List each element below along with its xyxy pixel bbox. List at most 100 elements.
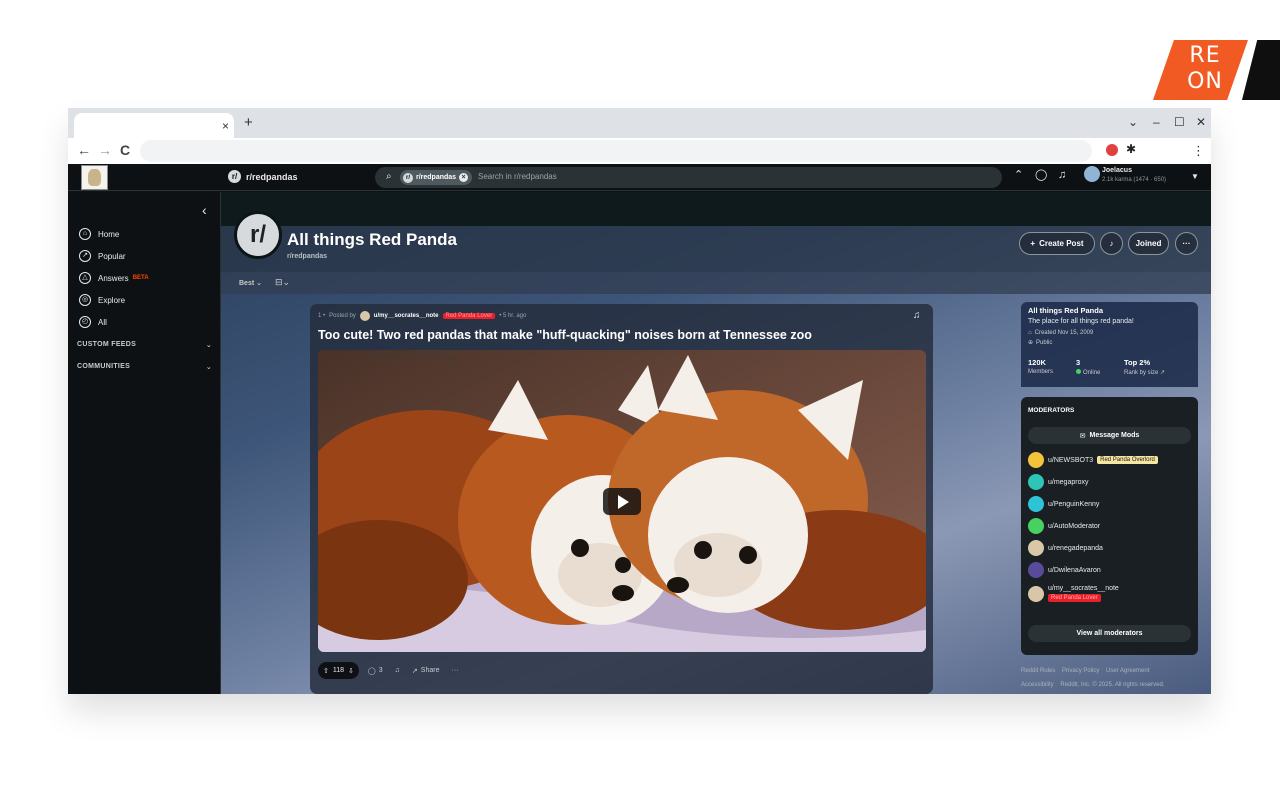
- footer-link[interactable]: Privacy Policy: [1062, 668, 1099, 674]
- stat-label: Online: [1083, 370, 1101, 376]
- sidebar-section-communities[interactable]: COMMUNITIES ⌄: [77, 363, 212, 371]
- reddit-page: r/ r/redpandas ⌕ r/ r/redpandas × Search…: [68, 164, 1211, 694]
- award-button[interactable]: ♫: [392, 667, 403, 674]
- post-title[interactable]: Too cute! Two red pandas that make "huff…: [318, 328, 812, 342]
- vote-count: 118: [332, 667, 345, 674]
- moderator-item[interactable]: u/megaproxy: [1028, 474, 1088, 490]
- copyright: Reddit, Inc. © 2025. All rights reserved…: [1060, 682, 1165, 688]
- site-logo[interactable]: [81, 165, 108, 190]
- close-window-button[interactable]: ✕: [1196, 116, 1206, 128]
- created-date: ⌂ Created Nov 15, 2009: [1028, 330, 1191, 336]
- minimize-button[interactable]: –: [1153, 116, 1160, 128]
- more-options-button[interactable]: ···: [1175, 232, 1198, 255]
- user-name[interactable]: Joelacus: [1102, 167, 1132, 174]
- avatar: [1028, 540, 1044, 556]
- post-author[interactable]: u/my__socrates__note: [374, 313, 439, 319]
- bird-logo-icon: [88, 169, 101, 186]
- moderator-item[interactable]: u/renegadepanda: [1028, 540, 1103, 556]
- share-label: Share: [420, 667, 440, 674]
- current-subreddit[interactable]: r/ r/redpandas: [228, 170, 298, 183]
- sidebar-item-all[interactable]: ◴ All: [79, 316, 107, 328]
- reddit-header: r/ r/redpandas ⌕ r/ r/redpandas × Search…: [68, 164, 1211, 191]
- view-toggle-icon[interactable]: ⊟⌄: [275, 277, 290, 288]
- extensions-puzzle-icon[interactable]: ✱: [1126, 142, 1136, 156]
- footer-link[interactable]: User Agreement: [1106, 668, 1149, 674]
- avatar: [1028, 518, 1044, 534]
- comments-button[interactable]: ◯ 3: [365, 667, 386, 675]
- search-scope-chip[interactable]: r/ r/redpandas ×: [400, 170, 473, 185]
- browser-tab[interactable]: ×: [74, 113, 234, 138]
- reload-button[interactable]: C: [120, 143, 130, 157]
- sidebar-section-custom-feeds[interactable]: CUSTOM FEEDS ⌄: [77, 341, 212, 349]
- section-label: COMMUNITIES: [77, 363, 131, 370]
- footer-link[interactable]: Accessibility: [1021, 682, 1054, 688]
- sidebar-item-home[interactable]: ⌂ Home: [79, 228, 119, 240]
- posted-by-label: Posted by: [329, 313, 356, 319]
- sort-dropdown[interactable]: Best ⌄: [239, 279, 262, 287]
- share-button[interactable]: ↗ Share: [409, 667, 443, 675]
- message-mods-button[interactable]: ✉ Message Mods: [1028, 427, 1191, 444]
- view-all-moderators-button[interactable]: View all moderators: [1028, 625, 1191, 642]
- tab-close-icon[interactable]: ×: [222, 120, 229, 132]
- forward-button[interactable]: →: [98, 143, 112, 157]
- user-menu-caret-icon[interactable]: ▼: [1191, 172, 1199, 181]
- post-more-button[interactable]: ···: [448, 667, 461, 674]
- bell-icon: ♪: [1109, 239, 1114, 248]
- post-age: • 5 hr. ago: [499, 313, 527, 319]
- moderator-item[interactable]: u/PenguinKenny: [1028, 496, 1099, 512]
- stat-label-row[interactable]: Rank by size ↗: [1124, 369, 1172, 376]
- avatar[interactable]: [1084, 166, 1100, 182]
- tab-search-icon[interactable]: ⌄: [1128, 116, 1138, 128]
- plus-icon: +: [1030, 239, 1036, 248]
- create-post-label: Create Post: [1039, 239, 1084, 248]
- moderator-item[interactable]: u/AutoModerator: [1028, 518, 1100, 534]
- joined-label: Joined: [1135, 239, 1162, 248]
- video-player[interactable]: THE ASSOCIATED PRESS: [318, 350, 926, 652]
- chat-icon[interactable]: ◯: [1035, 170, 1047, 181]
- page-footer: Reddit Rules Privacy Policy User Agreeme…: [1021, 664, 1198, 692]
- browser-menu-icon[interactable]: ⋮: [1192, 143, 1205, 159]
- footer-row-2: Accessibility Reddit, Inc. © 2025. All r…: [1021, 678, 1198, 692]
- sidebar-item-label: All: [98, 317, 107, 327]
- moderator-item[interactable]: u/DwilenaAvaron: [1028, 562, 1101, 578]
- visibility: ⊕ Public: [1028, 339, 1191, 347]
- sidebar-item-explore[interactable]: ◎ Explore: [79, 294, 125, 306]
- search-chip-label: r/redpandas: [416, 174, 457, 181]
- search-placeholder: Search in r/redpandas: [478, 172, 557, 181]
- moderator-item[interactable]: u/my__socrates__note Red Panda Lover: [1028, 585, 1119, 602]
- avatar: [1028, 474, 1044, 490]
- community-slug: r/redpandas: [287, 253, 328, 260]
- sidebar-item-label: Home: [98, 229, 120, 239]
- moderator-name: u/AutoModerator: [1048, 522, 1101, 530]
- joined-button[interactable]: Joined: [1128, 232, 1169, 255]
- maximize-button[interactable]: ☐: [1174, 116, 1185, 128]
- footer-link[interactable]: Reddit Rules: [1021, 668, 1055, 674]
- extension-icon[interactable]: [1106, 144, 1118, 156]
- collapse-sidebar-icon[interactable]: ‹: [202, 203, 207, 217]
- sidebar-item-answers[interactable]: △ Answers BETA: [79, 272, 149, 284]
- moderators-heading: MODERATORS: [1028, 407, 1075, 414]
- create-post-button[interactable]: + Create Post: [1019, 232, 1095, 255]
- upvote-icon[interactable]: ⇧: [323, 667, 329, 675]
- post-card[interactable]: 1 • Posted by u/my__socrates__note Red P…: [310, 304, 933, 694]
- sidebar-item-popular[interactable]: ↗ Popular: [79, 250, 126, 262]
- downvote-icon[interactable]: ⇩: [348, 667, 354, 675]
- notification-bell-icon[interactable]: ♫: [1058, 170, 1066, 181]
- tab-strip: × + ⌄ – ☐ ✕: [68, 108, 1211, 138]
- moderator-item[interactable]: u/NEWSBOT3 Red Panda Overlord: [1028, 452, 1158, 468]
- subreddit-name: r/redpandas: [246, 171, 298, 182]
- search-input[interactable]: ⌕ r/ r/redpandas × Search in r/redpandas: [375, 167, 1002, 188]
- user-karma: 2.1k karma (1474 · 650): [1102, 177, 1167, 183]
- moderator-name: u/my__socrates__note: [1048, 585, 1119, 592]
- chevron-up-icon[interactable]: ⌃: [1014, 170, 1023, 181]
- bell-icon[interactable]: ♫: [913, 310, 921, 321]
- address-bar[interactable]: [140, 140, 1092, 162]
- clear-scope-icon[interactable]: ×: [459, 173, 469, 182]
- back-button[interactable]: ←: [77, 143, 91, 157]
- watermark: THE ASSOCIATED PRESS: [370, 355, 457, 362]
- notification-bell-button[interactable]: ♪: [1100, 232, 1123, 255]
- play-button[interactable]: [603, 488, 641, 515]
- new-tab-button[interactable]: +: [244, 115, 253, 130]
- browser-window: × + ⌄ – ☐ ✕ ← → C ✱ ⋮ r/ r/redpandas ⌕ r…: [68, 108, 1211, 694]
- message-mods-label: Message Mods: [1089, 432, 1140, 439]
